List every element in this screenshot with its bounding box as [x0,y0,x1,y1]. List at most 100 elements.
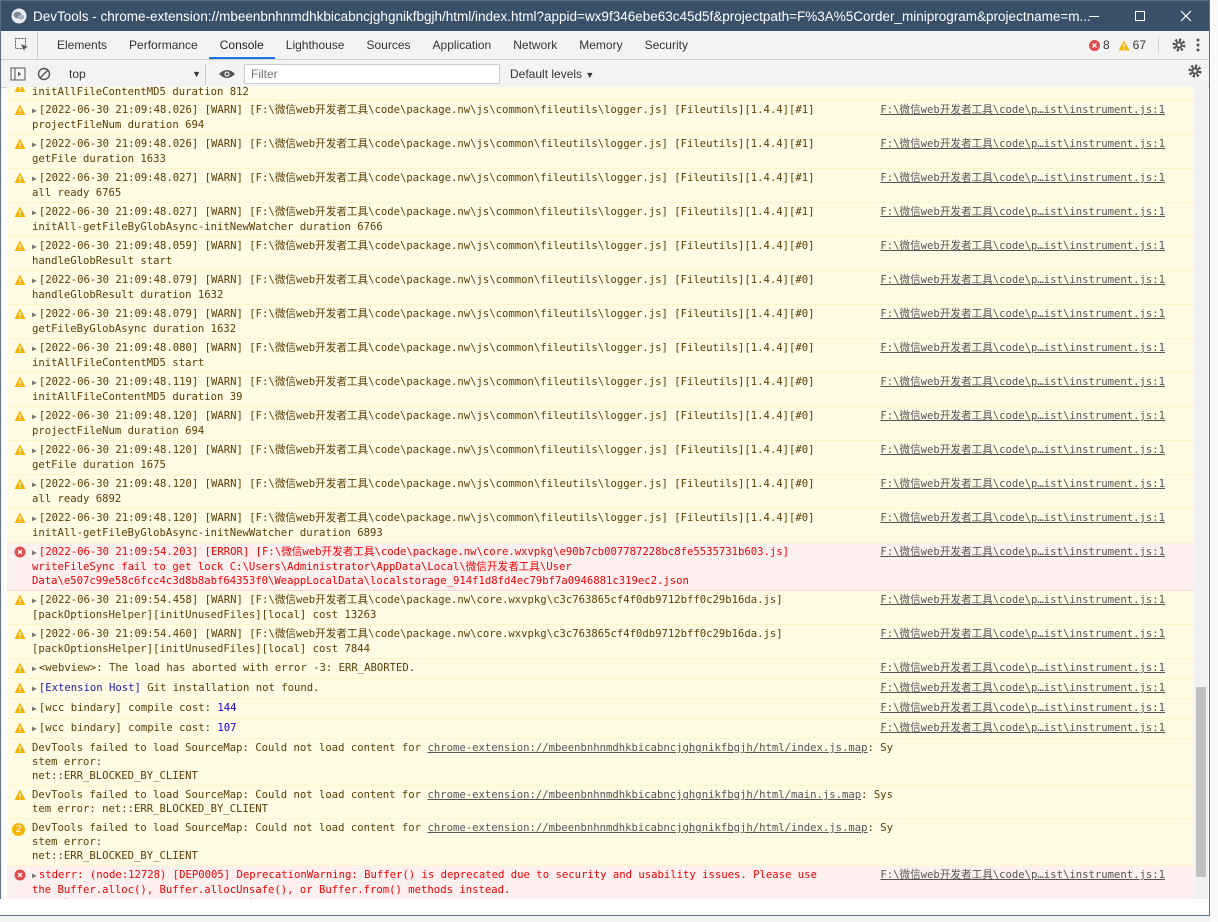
message-text: [2022-06-30 21:09:48.059] [WARN] [F:\微信w… [32,240,815,267]
inspect-element-button[interactable] [7,31,38,59]
warning-icon [14,87,26,92]
expand-triangle-icon[interactable]: ▶ [32,664,37,673]
source-link[interactable]: F:\微信web开发者工具\code\p…ist\instrument.js:1 [880,545,1165,559]
expand-triangle-icon[interactable]: ▶ [32,242,37,251]
console-message-warn[interactable]: ▶ [2022-06-30 21:09:48.079] [WARN] [F:\微信… [7,305,1194,339]
tab-network[interactable]: Network [502,31,568,59]
expand-triangle-icon[interactable]: ▶ [32,412,37,421]
source-link[interactable]: F:\微信web开发者工具\code\p…ist\instrument.js:1 [880,511,1165,525]
source-link[interactable]: F:\微信web开发者工具\code\p…ist\instrument.js:1 [880,103,1165,117]
console-message-warn[interactable]: initAllFileContentMD5 duration 812 [7,87,1194,101]
sourcemap-link[interactable]: chrome-extension://mbeenbnhnmdhkbicabncj… [427,822,867,834]
expand-triangle-icon[interactable]: ▶ [32,480,37,489]
console-message-warn[interactable]: ▶ [2022-06-30 21:09:48.119] [WARN] [F:\微信… [7,373,1194,407]
console-message-warn[interactable]: ▶ [2022-06-30 21:09:48.120] [WARN] [F:\微信… [7,509,1194,543]
source-link[interactable]: F:\微信web开发者工具\code\p…ist\instrument.js:1 [880,273,1165,287]
log-levels-dropdown[interactable]: Default levels ▼ [510,67,594,81]
tab-memory[interactable]: Memory [568,31,633,59]
message-text: [2022-06-30 21:09:48.026] [WARN] [F:\微信w… [32,104,815,131]
expand-triangle-icon[interactable]: ▶ [32,724,37,733]
expand-triangle-icon[interactable]: ▶ [32,704,37,713]
console-message-warn[interactable]: ▶ [2022-06-30 21:09:48.080] [WARN] [F:\微信… [7,339,1194,373]
expand-triangle-icon[interactable]: ▶ [32,140,37,149]
source-link[interactable]: F:\微信web开发者工具\code\p…ist\instrument.js:1 [880,721,1165,735]
source-link[interactable]: F:\微信web开发者工具\code\p…ist\instrument.js:1 [880,375,1165,389]
tab-console[interactable]: Console [208,31,275,59]
tab-elements[interactable]: Elements [46,31,118,59]
console-message-warn[interactable]: ▶ [2022-06-30 21:09:48.026] [WARN] [F:\微信… [7,135,1194,169]
expand-triangle-icon[interactable]: ▶ [32,514,37,523]
expand-triangle-icon[interactable]: ▶ [32,446,37,455]
console-message-error[interactable]: ▶ stderr: (node:12728) [DEP0005] Deprecat… [7,866,1194,899]
console-message-warn[interactable]: ▶ [2022-06-30 21:09:48.059] [WARN] [F:\微信… [7,237,1194,271]
scrollbar-thumb[interactable] [1196,687,1206,877]
minimize-button[interactable] [1071,1,1117,31]
console-message-warn[interactable]: ▶ [2022-06-30 21:09:48.026] [WARN] [F:\微信… [7,101,1194,135]
warning-count-badge[interactable]: 67 [1118,38,1146,52]
tab-performance[interactable]: Performance [118,31,209,59]
source-link[interactable]: F:\微信web开发者工具\code\p…ist\instrument.js:1 [880,341,1165,355]
expand-triangle-icon[interactable]: ▶ [32,174,37,183]
source-link[interactable]: F:\微信web开发者工具\code\p…ist\instrument.js:1 [880,661,1165,675]
expand-triangle-icon[interactable]: ▶ [32,684,37,693]
console-message-warn[interactable]: DevTools failed to load SourceMap: Could… [7,739,1194,786]
tab-application[interactable]: Application [422,31,503,59]
maximize-button[interactable] [1117,1,1163,31]
source-link[interactable]: F:\微信web开发者工具\code\p…ist\instrument.js:1 [880,868,1165,882]
source-link[interactable]: F:\微信web开发者工具\code\p…ist\instrument.js:1 [880,239,1165,253]
source-link[interactable]: F:\微信web开发者工具\code\p…ist\instrument.js:1 [880,627,1165,641]
expand-triangle-icon[interactable]: ▶ [32,378,37,387]
expand-triangle-icon[interactable]: ▶ [32,106,37,115]
console-message-warn[interactable]: ▶ <webview>: The load has aborted with er… [7,659,1194,679]
tab-security[interactable]: Security [634,31,699,59]
source-link[interactable]: F:\微信web开发者工具\code\p…ist\instrument.js:1 [880,593,1165,607]
console-message-warn[interactable]: ▶ [2022-06-30 21:09:48.120] [WARN] [F:\微信… [7,441,1194,475]
message-text: Git installation not found. [140,682,320,694]
settings-gear-icon[interactable] [1171,37,1187,53]
filter-input[interactable] [244,63,500,84]
console-message-warn[interactable]: ▶ [2022-06-30 21:09:54.458] [WARN] [F:\微信… [7,591,1194,625]
tab-lighthouse[interactable]: Lighthouse [275,31,356,59]
console-message-warn[interactable]: 2 DevTools failed to load SourceMap: Coul… [7,819,1194,866]
live-expression-button[interactable] [214,61,240,87]
console-message-warn[interactable]: ▶ [2022-06-30 21:09:48.027] [WARN] [F:\微信… [7,169,1194,203]
console-message-warn[interactable]: ▶ [2022-06-30 21:09:54.460] [WARN] [F:\微信… [7,625,1194,659]
source-link[interactable]: F:\微信web开发者工具\code\p…ist\instrument.js:1 [880,137,1165,151]
context-selector[interactable]: top ▼ [63,63,206,84]
console-message-warn[interactable]: ▶ [2022-06-30 21:09:48.120] [WARN] [F:\微信… [7,475,1194,509]
source-link[interactable]: F:\微信web开发者工具\code\p…ist\instrument.js:1 [880,701,1165,715]
expand-triangle-icon[interactable]: ▶ [32,596,37,605]
source-link[interactable]: F:\微信web开发者工具\code\p…ist\instrument.js:1 [880,443,1165,457]
source-link[interactable]: F:\微信web开发者工具\code\p…ist\instrument.js:1 [880,307,1165,321]
console-message-warn[interactable]: ▶ [wcc bindary] compile cost: 107 F:\微信web… [7,719,1194,739]
source-link[interactable]: F:\微信web开发者工具\code\p…ist\instrument.js:1 [880,477,1165,491]
console-settings-gear-icon[interactable] [1187,63,1203,79]
tab-sources[interactable]: Sources [355,31,421,59]
console-scrollbar[interactable] [1194,87,1208,899]
console-message-warn[interactable]: ▶ [2022-06-30 21:09:48.027] [WARN] [F:\微信… [7,203,1194,237]
close-button[interactable] [1163,1,1209,31]
expand-triangle-icon[interactable]: ▶ [32,344,37,353]
expand-triangle-icon[interactable]: ▶ [32,548,37,557]
console-message-warn[interactable]: ▶ [Extension Host] Git installation not f… [7,679,1194,699]
sourcemap-link[interactable]: chrome-extension://mbeenbnhnmdhkbicabncj… [427,742,867,754]
expand-triangle-icon[interactable]: ▶ [32,871,37,880]
source-link[interactable]: F:\微信web开发者工具\code\p…ist\instrument.js:1 [880,171,1165,185]
source-link[interactable]: F:\微信web开发者工具\code\p…ist\instrument.js:1 [880,205,1165,219]
source-link[interactable]: F:\微信web开发者工具\code\p…ist\instrument.js:1 [880,409,1165,423]
more-options-icon[interactable] [1195,37,1201,53]
expand-triangle-icon[interactable]: ▶ [32,276,37,285]
sourcemap-link[interactable]: chrome-extension://mbeenbnhnmdhkbicabncj… [427,789,861,801]
console-message-warn[interactable]: ▶ [2022-06-30 21:09:48.120] [WARN] [F:\微信… [7,407,1194,441]
console-message-warn[interactable]: DevTools failed to load SourceMap: Could… [7,786,1194,819]
expand-triangle-icon[interactable]: ▶ [32,310,37,319]
console-message-warn[interactable]: ▶ [wcc bindary] compile cost: 144 F:\微信web… [7,699,1194,719]
console-message-warn[interactable]: ▶ [2022-06-30 21:09:48.079] [WARN] [F:\微信… [7,271,1194,305]
clear-console-button[interactable] [31,61,57,87]
expand-triangle-icon[interactable]: ▶ [32,208,37,217]
expand-triangle-icon[interactable]: ▶ [32,630,37,639]
show-sidebar-button[interactable] [5,61,31,87]
error-count-badge[interactable]: 8 [1088,38,1110,52]
console-message-error[interactable]: ▶ [2022-06-30 21:09:54.203] [ERROR] [F:\微… [7,543,1194,591]
source-link[interactable]: F:\微信web开发者工具\code\p…ist\instrument.js:1 [880,681,1165,695]
